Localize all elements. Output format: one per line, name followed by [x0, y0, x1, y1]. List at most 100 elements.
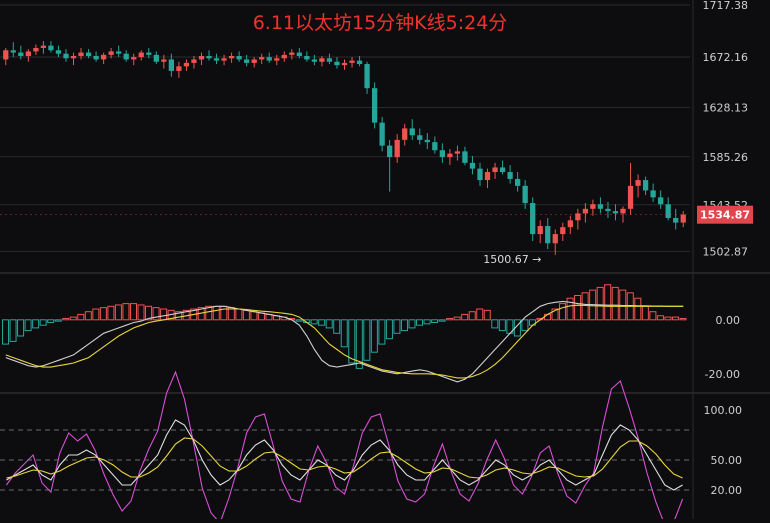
kdj-j-line [5, 370, 684, 523]
macd-histogram-bar [220, 305, 228, 321]
macd-histogram-bar [370, 319, 378, 353]
candle-body [55, 50, 62, 54]
candle-body [658, 197, 664, 205]
macd-histogram-bar [664, 316, 672, 321]
macd-tick-label: 0.00 [716, 314, 741, 327]
candle-body [530, 203, 536, 235]
macd-histogram-bar [566, 297, 574, 321]
kdj-tick-label: 100.00 [704, 404, 743, 417]
candle-body [123, 53, 129, 60]
candle-body [296, 52, 302, 56]
candle-body [356, 60, 363, 65]
macd-tick-label: -20.00 [705, 368, 740, 381]
candle-body [131, 57, 137, 60]
macd-histogram-bar [310, 319, 318, 325]
macd-histogram-bar [656, 315, 664, 321]
macd-histogram-bar [431, 319, 439, 323]
last-price-label: 1534.87 [700, 209, 750, 222]
candle-body [116, 51, 122, 54]
macd-histogram-bar [671, 316, 679, 321]
candle-body [319, 58, 325, 62]
candle-body [492, 167, 498, 173]
candle-body [379, 122, 385, 146]
candle-body [108, 51, 114, 55]
candle-body [394, 139, 400, 158]
candle-body [40, 45, 47, 48]
macd-histogram-bar [39, 319, 47, 326]
candle-body [432, 142, 438, 151]
macd-histogram-bar [679, 317, 687, 321]
candle-body [191, 59, 197, 63]
candle-body [552, 234, 558, 244]
chart-svg: 1717.381672.161628.131585.261543.521502.… [0, 0, 770, 523]
candle-body [409, 128, 415, 136]
macd-histogram-bar [257, 312, 265, 321]
candle-body [620, 208, 626, 214]
candle-body [590, 204, 596, 209]
candle-body [244, 59, 250, 63]
macd-histogram-bar [99, 307, 107, 321]
macd-histogram-bar [483, 309, 491, 321]
candle-body [560, 227, 566, 235]
kdj-tick-label: 20.00 [711, 484, 743, 497]
candle-body [289, 52, 295, 55]
macd-histogram-bar [160, 308, 168, 321]
macd-histogram-bar [62, 317, 70, 321]
candle-body [371, 88, 378, 123]
candle-body [85, 52, 92, 56]
macd-histogram-bar [318, 319, 326, 326]
candle-body [206, 56, 212, 59]
low-price-annotation: 1500.67 → [483, 253, 541, 266]
candle-body [424, 139, 430, 143]
candle-body [48, 45, 54, 51]
candle-body [567, 220, 573, 228]
candle-body [176, 66, 182, 71]
macd-histogram-bar [137, 304, 145, 321]
candle-body [582, 208, 589, 214]
candle-body [612, 211, 619, 214]
candle-body [364, 64, 370, 89]
candle-body [447, 153, 453, 158]
macd-histogram-bar [559, 303, 567, 321]
candle-body [537, 226, 543, 235]
candle-body [387, 145, 393, 158]
candle-body [673, 218, 679, 223]
macd-histogram-bar [416, 319, 424, 326]
candle-body [63, 53, 69, 59]
macd-histogram-bar [378, 319, 386, 345]
candle-body [33, 47, 39, 52]
macd-histogram-bar [2, 319, 10, 345]
candle-body [161, 59, 167, 62]
candle-body [281, 54, 287, 59]
candle-body [680, 214, 686, 223]
candle-body [499, 167, 506, 173]
candle-body [439, 150, 445, 158]
macd-histogram-bar [325, 319, 333, 329]
macd-histogram-bar [84, 311, 92, 321]
macd-histogram-bar [348, 319, 356, 364]
macd-histogram-bar [92, 308, 100, 321]
candle-body [627, 185, 634, 209]
macd-histogram-bar [77, 313, 85, 321]
candle-body [454, 151, 461, 154]
candle-body [665, 204, 671, 218]
macd-histogram-bar [641, 305, 649, 321]
macd-histogram-bar [611, 286, 619, 321]
macd-histogram-bar [69, 316, 77, 321]
candle-body [183, 62, 190, 67]
candle-body [304, 56, 310, 60]
macd-histogram-bar [235, 308, 243, 321]
macd-histogram-bar [634, 297, 642, 321]
candle-body [462, 151, 468, 163]
candle-body [417, 135, 423, 140]
candle-body [477, 168, 483, 181]
candle-body [236, 56, 242, 60]
candle-body [597, 204, 604, 209]
candle-body [78, 52, 84, 56]
macd-histogram-bar [250, 311, 258, 321]
candle-body [326, 58, 333, 62]
macd-histogram-bar [604, 284, 612, 321]
candle-body [642, 180, 649, 191]
candle-body [522, 185, 528, 204]
candle-body [311, 59, 318, 62]
